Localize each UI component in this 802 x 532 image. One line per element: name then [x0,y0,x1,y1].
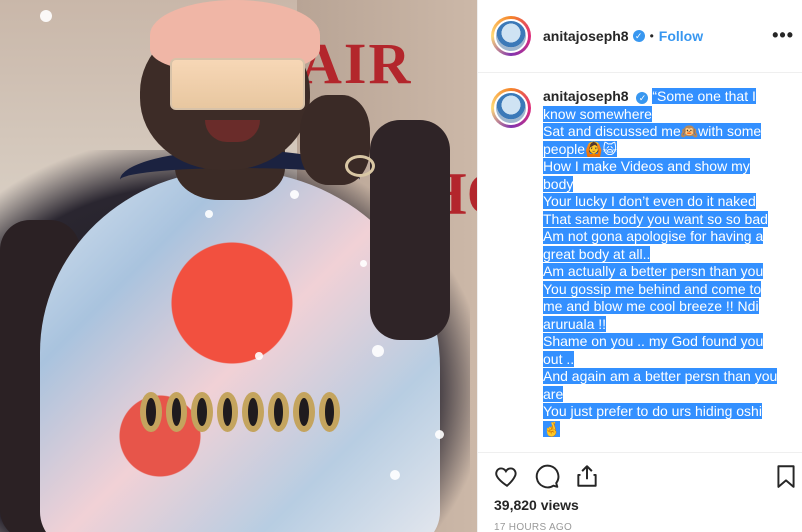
caption-avatar[interactable] [491,88,531,128]
caption-line: Am not gona apologise for having a [543,228,764,244]
confetti [290,190,299,199]
caption-area: anitajoseph8 ✓ “Some one that Iknow some… [491,88,791,448]
avatar-image [494,91,528,125]
caption-line: are [543,385,564,402]
caption-line: people🙆🙀 [543,140,618,157]
caption-line: aruruala !! [543,315,607,332]
avatar[interactable] [491,16,531,56]
heart-icon[interactable] [494,463,520,489]
confetti [390,470,400,480]
caption-line: me and blow me cool breeze !! Ndi [543,298,759,314]
confetti [255,352,263,360]
caption-line: Sat and discussed me🙉with some [543,123,762,139]
post-timestamp[interactable]: 17 HOURS AGO [494,522,572,532]
verified-badge-icon: ✓ [636,92,649,104]
bookmark-icon[interactable] [773,463,799,489]
caption-line: How I make Videos and show my [543,158,750,174]
caption-line: know somewhere [543,105,652,122]
confetti [205,210,213,218]
belt [140,392,340,434]
comment-icon[interactable] [534,463,560,489]
more-options-icon[interactable]: ••• [772,25,794,46]
caption-line: And again am a better persn than you [543,368,778,384]
caption-line: “Some one that I [652,88,756,104]
post-header: anitajoseph8 ✓ • Follow ••• [478,0,802,73]
caption-line: You just prefer to do urs hiding oshi [543,403,762,419]
follow-button[interactable]: Follow [659,28,703,44]
confetti [360,260,367,267]
share-icon[interactable] [574,463,600,489]
action-bar [478,452,802,497]
separator-dot: • [649,29,654,43]
caption-line: Shame on you .. my God found you [543,333,764,349]
caption-line: out .. [543,350,575,367]
post-side-panel: anitajoseph8 ✓ • Follow ••• anitajoseph8… [477,0,802,532]
verified-badge-icon: ✓ [632,30,645,42]
post-media[interactable]: AIR HO [0,0,477,532]
caption-line: Your lucky I don’t even do it naked [543,193,756,209]
caption-line: You gossip me behind and come to [543,280,762,297]
views-count[interactable]: 39,820 views [494,497,579,513]
caption-line: That same body you want so so bad [543,210,768,227]
confetti [372,345,384,357]
caption-line: 🤞 [543,420,561,437]
right-arm [370,120,450,340]
caption-line: body [543,175,574,192]
confetti [40,10,52,22]
bangle [345,155,375,177]
username-link[interactable]: anitajoseph8 [543,28,629,44]
caption-line: Am actually a better persn than you [543,263,764,279]
sunglasses [170,58,305,110]
caption-username-link[interactable]: anitajoseph8 [543,88,629,104]
confetti [435,430,444,439]
caption-text: anitajoseph8 ✓ “Some one that Iknow some… [543,88,791,448]
avatar-image [494,19,528,53]
caption-line: great body at all.. [543,245,651,262]
